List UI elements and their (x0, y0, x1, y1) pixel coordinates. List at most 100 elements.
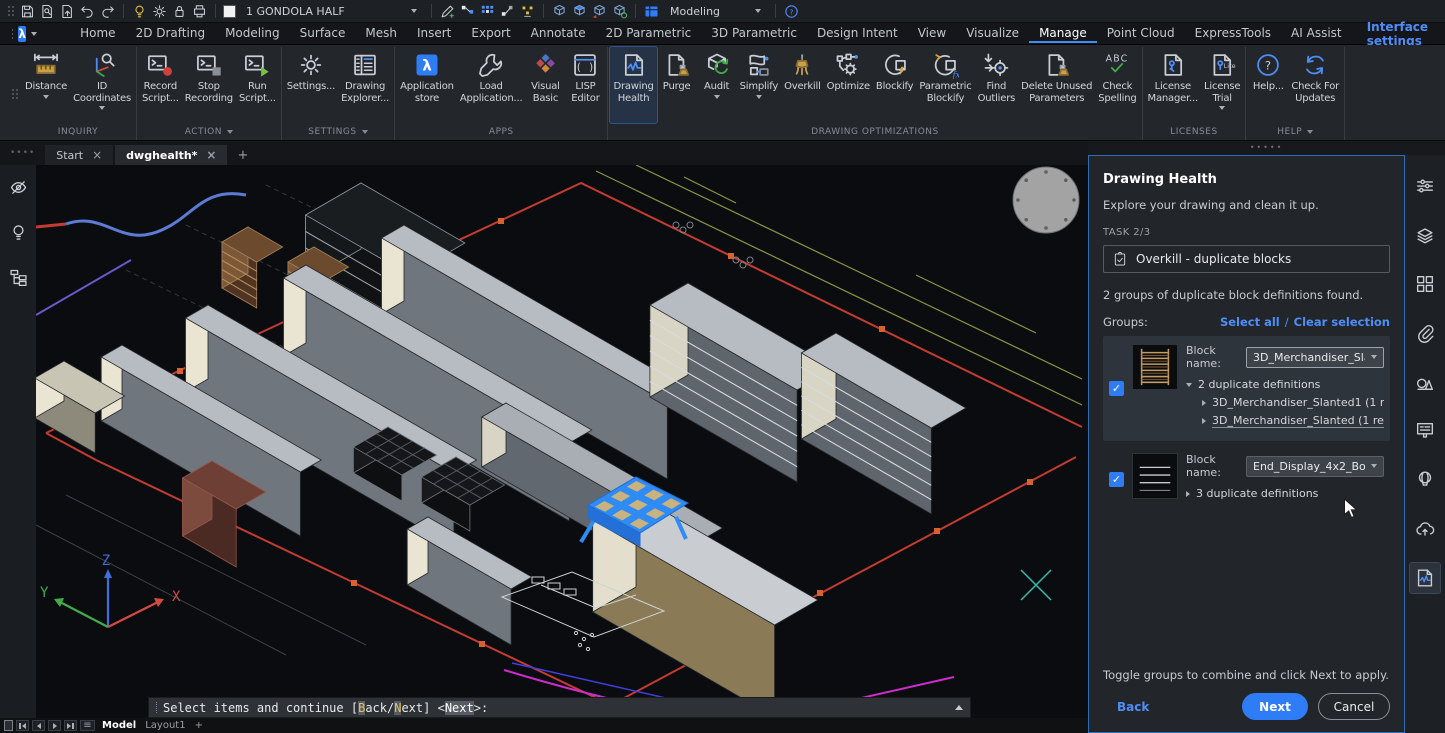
cancel-button[interactable]: Cancel (1318, 693, 1390, 720)
first-layout-button[interactable] (16, 720, 29, 731)
snap-endpoint-icon[interactable] (459, 3, 476, 20)
ribbon-button-help-[interactable]: ? Help... (1248, 47, 1288, 123)
ribbon-button-record-script-[interactable]: Record Script... (139, 47, 182, 123)
publish-icon[interactable] (59, 3, 76, 20)
ribbon-button-optimize[interactable]: Optimize (824, 47, 873, 123)
qat-handle[interactable] (8, 6, 10, 8)
tips-icon[interactable] (8, 222, 29, 243)
dropdown-arrow-icon[interactable] (755, 94, 762, 99)
ribbon-button-license-trial[interactable]: Lite License Trial (1201, 47, 1243, 123)
view-cube-icon[interactable] (551, 3, 568, 20)
ribbon-button-license-manager-[interactable]: License Manager... (1145, 47, 1201, 123)
snap-nearest-icon[interactable] (499, 3, 516, 20)
panel-tab-drawing-health-icon[interactable] (1409, 562, 1441, 594)
ribbon-button-purge[interactable]: Purge (657, 47, 697, 123)
view-cube-ucs-icon[interactable] (591, 3, 608, 20)
close-tab-icon[interactable]: × (92, 148, 102, 162)
panel-tab-materials-icon[interactable] (1410, 367, 1440, 397)
back-button[interactable]: Back (1117, 700, 1149, 714)
app-logo[interactable]: λ (18, 25, 26, 42)
ribbon-button-stop-recording[interactable]: Stop Recording (182, 47, 236, 123)
quick-help-icon[interactable]: ? (783, 3, 800, 20)
duplicate-definition-item[interactable]: 3D_Merchandiser_Slanted (1 refe... (1186, 414, 1384, 428)
panel-tab-properties-icon[interactable] (1410, 171, 1440, 201)
menu-view[interactable]: View (908, 24, 956, 43)
view-cube-world-icon[interactable] (611, 3, 628, 20)
menu-2d-parametric[interactable]: 2D Parametric (596, 24, 702, 43)
block-name-select[interactable]: 3D_Merchandiser_Sla (1246, 346, 1384, 368)
tabbar-handle[interactable]: •••• (10, 148, 35, 158)
interface-settings-button[interactable]: Interface settings (1352, 20, 1435, 48)
ribbon-button-parametric-blockify[interactable]: fx ParametricBlockify (916, 47, 974, 123)
ribbon-button-check-spelling[interactable]: ABC Check Spelling (1095, 47, 1139, 123)
ribbon-button-drawing-explorer-[interactable]: Drawing Explorer... (338, 47, 392, 123)
ribbon-button-distance[interactable]: Distance (22, 47, 70, 123)
menu-mesh[interactable]: Mesh (355, 24, 407, 43)
last-layout-button[interactable] (64, 720, 77, 731)
menu-modeling[interactable]: Modeling (215, 24, 290, 43)
menu-home[interactable]: Home (70, 24, 125, 43)
menu-manage[interactable]: Manage (1029, 24, 1097, 43)
menu-3d-parametric[interactable]: 3D Parametric (701, 24, 807, 43)
new-tab-button[interactable]: + (229, 145, 256, 165)
redo-icon[interactable] (99, 3, 116, 20)
menu-surface[interactable]: Surface (290, 24, 356, 43)
ribbon-button-drawing-health[interactable]: Drawing Health (609, 46, 658, 124)
eye-off-icon[interactable] (8, 177, 29, 198)
panel-tab-layers-icon[interactable] (1410, 220, 1440, 250)
ribbon-handle[interactable] (12, 88, 14, 91)
command-line[interactable]: Select items and continue [Back/Next] < N… (148, 697, 971, 718)
undo-icon[interactable] (79, 3, 96, 20)
add-layout-button[interactable]: + (195, 720, 203, 731)
layout-list-button[interactable]: ≡ (80, 720, 95, 731)
view-cube-shaded-icon[interactable] (571, 3, 588, 20)
menu-expresstools[interactable]: ExpressTools (1185, 24, 1281, 43)
panel-tab-render-icon[interactable] (1410, 465, 1440, 495)
bulb-icon[interactable] (131, 3, 148, 20)
save-icon[interactable] (19, 3, 36, 20)
ribbon-button-blockify[interactable]: Blockify (873, 47, 917, 123)
dropdown-arrow-icon[interactable] (99, 106, 106, 110)
layout1-tab[interactable]: Layout1 (145, 720, 185, 731)
preview-icon[interactable] (39, 3, 56, 20)
workspace-icon[interactable] (643, 3, 660, 20)
close-tab-icon[interactable]: × (206, 148, 216, 162)
duplicate-summary-toggle[interactable]: 2 duplicate definitions (1186, 378, 1384, 391)
color-swatch[interactable] (223, 4, 236, 18)
ribbon-button-audit[interactable]: Audit (697, 47, 737, 123)
workspace-select[interactable]: Modeling (663, 4, 768, 19)
ribbon-button-overkill[interactable]: Overkill (781, 47, 824, 123)
drawing-viewport[interactable]: Z X Y Select items and continue [Back/Next… (36, 165, 1088, 718)
panel-tab-attachments-icon[interactable] (1410, 318, 1440, 348)
ribbon-button-application-store[interactable]: λ Application store (397, 47, 457, 123)
panel-drag-handle[interactable]: ••••• (1088, 141, 1445, 155)
ribbon-button-check-for-updates[interactable]: Check For Updates (1288, 47, 1342, 123)
block-name-select[interactable]: End_Display_4x2_Bott (1246, 455, 1384, 477)
dropdown-arrow-icon[interactable] (1219, 106, 1226, 110)
menu-ai-assist[interactable]: AI Assist (1281, 24, 1352, 43)
layer-select[interactable]: 1 GONDOLA HALF (239, 4, 424, 19)
dropdown-arrow-icon[interactable] (43, 94, 50, 99)
ribbon-button-id-coordinates[interactable]: ID Coordinates (70, 47, 134, 123)
menu-design-intent[interactable]: Design Intent (807, 24, 908, 43)
print-icon[interactable] (191, 3, 208, 20)
prev-layout-button[interactable] (32, 720, 45, 731)
next-button[interactable]: Next (1242, 693, 1308, 720)
group-checkbox[interactable]: ✓ (1109, 381, 1124, 396)
duplicate-definition-item[interactable]: 3D_Merchandiser_Slanted1 (1 ref... (1186, 396, 1384, 409)
ribbon-button-delete-unused-parameters[interactable]: Delete Unused Parameters (1018, 47, 1095, 123)
snap-tips-icon[interactable] (519, 3, 536, 20)
doc-tab-start[interactable]: Start × (45, 145, 114, 165)
snap-grid-icon[interactable] (479, 3, 496, 20)
doc-tab-dwghealth-[interactable]: dwghealth* × (115, 145, 228, 165)
structure-icon[interactable] (8, 267, 29, 288)
pen-icon[interactable] (439, 3, 456, 20)
ribbon-button-simplify[interactable]: Simplify (737, 47, 781, 123)
sheet-icon[interactable] (4, 720, 13, 731)
menu-point-cloud[interactable]: Point Cloud (1097, 24, 1185, 43)
panel-tab-blocks-icon[interactable] (1410, 269, 1440, 299)
menu-annotate[interactable]: Annotate (521, 24, 596, 43)
menu-export[interactable]: Export (461, 24, 520, 43)
ribbon-button-visual-basic[interactable]: Visual Basic (525, 47, 565, 123)
command-line-handle[interactable] (156, 702, 158, 713)
